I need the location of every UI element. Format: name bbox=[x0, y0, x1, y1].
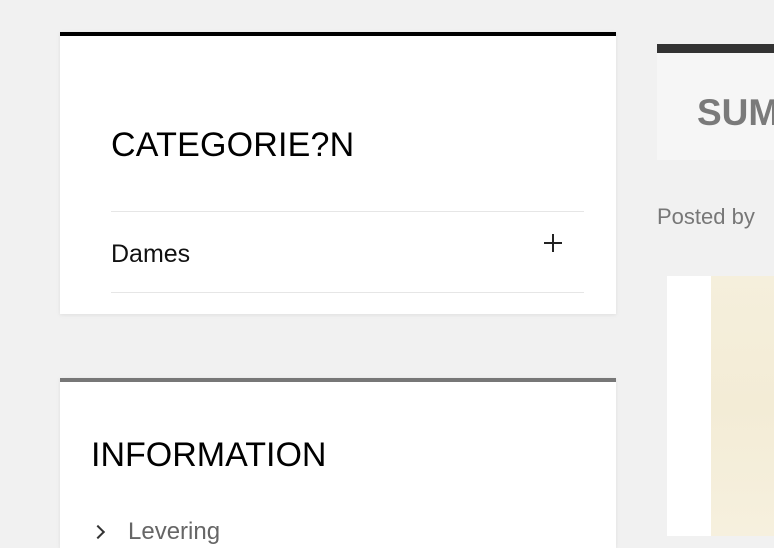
posted-by-text: Posted by bbox=[657, 204, 755, 229]
information-item-levering[interactable]: Levering bbox=[90, 518, 220, 546]
chevron-right-icon bbox=[90, 524, 106, 540]
post-title[interactable]: SUM bbox=[697, 92, 774, 134]
information-title: INFORMATION bbox=[91, 436, 327, 474]
plus-icon[interactable] bbox=[544, 234, 562, 252]
category-link-dames[interactable]: Dames bbox=[111, 240, 190, 269]
information-link-levering[interactable]: Levering bbox=[128, 518, 220, 545]
post-image-content bbox=[711, 276, 774, 536]
categories-title: CATEGORIE?N bbox=[111, 126, 355, 164]
category-list: Dames bbox=[111, 211, 584, 293]
information-widget: INFORMATION Levering bbox=[60, 378, 616, 548]
post-image bbox=[667, 276, 774, 536]
post-header: SUM bbox=[657, 44, 774, 160]
categories-widget: CATEGORIE?N Dames bbox=[60, 32, 616, 314]
